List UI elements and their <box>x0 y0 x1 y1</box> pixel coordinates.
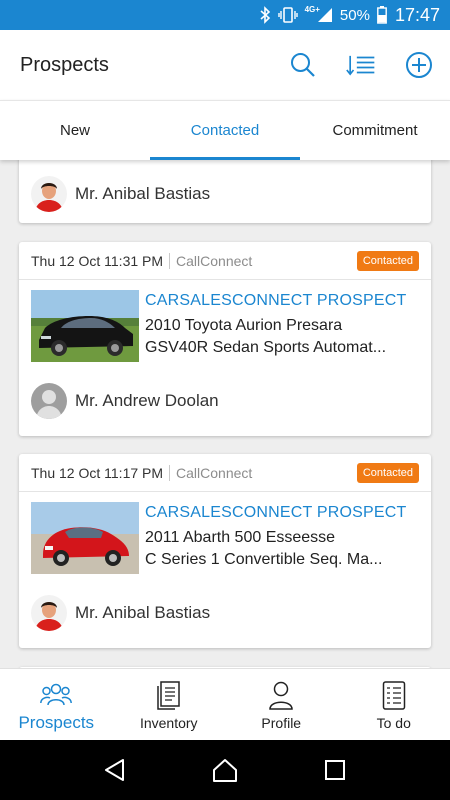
tab-commitment[interactable]: Commitment <box>300 101 450 160</box>
card-body: CARSALESCONNECT PROSPECT 2010 Toyota Aur… <box>19 280 431 372</box>
network-type: 4G+ <box>304 4 320 14</box>
nav-profile[interactable]: Profile <box>225 669 338 740</box>
card-source: CallConnect <box>176 464 253 481</box>
avatar <box>31 595 67 631</box>
sort-icon[interactable] <box>346 50 376 80</box>
car-info: CARSALESCONNECT PROSPECT 2010 Toyota Aur… <box>145 290 419 372</box>
search-icon[interactable] <box>288 50 318 80</box>
status-badge: Contacted <box>356 250 419 271</box>
person-name: Mr. Andrew Doolan <box>75 391 219 410</box>
status-bar: 4G+ 50% 17:47 <box>0 0 450 30</box>
car-info: CARSALESCONNECT PROSPECT 2011 Abarth 500… <box>145 502 419 584</box>
clock: 17:47 <box>394 4 440 25</box>
document-icon <box>153 679 185 711</box>
divider <box>169 252 171 269</box>
nav-label: Inventory <box>139 715 198 731</box>
card-date: Thu 12 Oct 11:31 PM <box>31 252 164 269</box>
car-title-line1: 2010 Toyota Aurion Presara <box>145 317 343 334</box>
tab-contacted[interactable]: Contacted <box>150 101 300 160</box>
car-image <box>31 502 139 574</box>
nav-prospects[interactable]: Prospects <box>0 669 113 740</box>
signal-icon: 4G+ <box>304 4 333 23</box>
back-icon[interactable] <box>100 755 130 785</box>
tab-bar: New Contacted Commitment <box>0 100 450 160</box>
card-date: Thu 12 Oct 11:17 PM <box>31 464 164 481</box>
nav-label: To do <box>376 715 411 731</box>
nav-todo[interactable]: To do <box>338 669 450 740</box>
battery-percent: 50% <box>339 6 370 24</box>
recents-icon[interactable] <box>320 755 350 785</box>
prospect-list[interactable]: Mr. Anibal Bastias Thu 12 Oct 11:31 PM C… <box>0 160 450 668</box>
person-name: Mr. Anibal Bastias <box>75 184 211 203</box>
tab-new[interactable]: New <box>0 101 150 160</box>
bottom-nav: Prospects Inventory Profile To do <box>0 668 450 740</box>
battery-icon <box>377 6 387 24</box>
nav-label: Profile <box>261 715 302 731</box>
people-icon <box>40 679 73 711</box>
add-icon[interactable] <box>404 50 434 80</box>
prospect-card[interactable]: Thu 12 Oct 11:31 PM CallConnect Contacte… <box>19 242 431 436</box>
car-image <box>31 290 139 362</box>
car-title-line2: GSV40R Sedan Sports Automat... <box>145 339 387 356</box>
checklist-icon <box>378 679 410 711</box>
car-title-line2: C Series 1 Convertible Seq. Ma... <box>145 551 383 568</box>
person-row: Mr. Anibal Bastias <box>19 165 431 223</box>
card-header: Thu 12 Oct 11:31 PM CallConnect Contacte… <box>19 242 431 280</box>
vibrate-icon <box>277 6 298 24</box>
prospect-card[interactable]: Mr. Anibal Bastias <box>19 160 431 223</box>
avatar <box>31 176 67 212</box>
divider <box>169 464 171 481</box>
app-header: Prospects <box>0 30 450 100</box>
nav-label: Prospects <box>18 713 95 732</box>
bluetooth-icon <box>259 6 271 24</box>
prospect-heading: CARSALESCONNECT PROSPECT <box>145 504 407 521</box>
car-title-line1: 2011 Abarth 500 Esseesse <box>145 529 336 546</box>
home-icon[interactable] <box>210 755 240 785</box>
card-source: CallConnect <box>176 252 253 269</box>
person-icon <box>265 679 297 711</box>
avatar <box>31 383 67 419</box>
status-badge: Contacted <box>356 462 419 483</box>
page-title: Prospects <box>20 53 109 76</box>
card-body: CARSALESCONNECT PROSPECT 2011 Abarth 500… <box>19 492 431 584</box>
card-header: Thu 12 Oct 11:17 PM CallConnect Contacte… <box>19 454 431 492</box>
person-row: Mr. Andrew Doolan <box>19 372 431 430</box>
nav-inventory[interactable]: Inventory <box>113 669 226 740</box>
system-nav-bar <box>0 740 450 800</box>
person-name: Mr. Anibal Bastias <box>75 603 211 622</box>
person-row: Mr. Anibal Bastias <box>19 584 431 642</box>
prospect-heading: CARSALESCONNECT PROSPECT <box>145 292 407 309</box>
prospect-card[interactable]: Thu 12 Oct 11:17 PM CallConnect Contacte… <box>19 454 431 648</box>
